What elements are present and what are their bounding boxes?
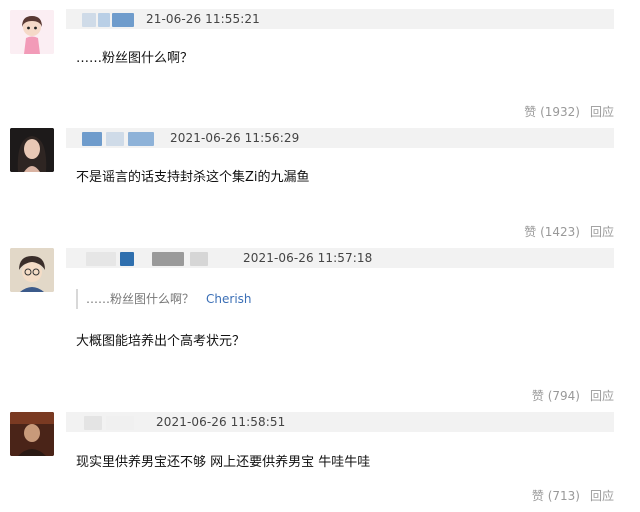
reply-button[interactable]: 回应	[590, 489, 614, 503]
blurred-username	[82, 132, 102, 146]
blurred-username	[152, 252, 184, 266]
comment-timestamp: 2021-06-26 11:56:29	[170, 131, 300, 145]
like-label: 赞	[524, 225, 537, 239]
blurred-username	[106, 416, 134, 430]
like-button[interactable]: 赞 (1932)	[524, 105, 580, 119]
like-count: (794)	[547, 389, 580, 403]
user-avatar[interactable]	[10, 412, 54, 456]
reply-button[interactable]: 回应	[590, 105, 614, 119]
like-count: (713)	[547, 489, 580, 503]
blurred-username	[112, 13, 134, 27]
blurred-username	[120, 252, 134, 266]
comment-meta-bar: 2021-06-26 11:57:18	[66, 248, 614, 268]
blurred-username	[98, 13, 110, 27]
quoted-text: ……粉丝图什么啊？	[86, 292, 195, 306]
blurred-username	[128, 132, 154, 146]
avatar-anime-boy-icon	[10, 248, 54, 292]
comment-text: ……粉丝图什么啊？	[76, 51, 194, 66]
blurred-username	[86, 252, 116, 266]
like-button[interactable]: 赞 (794)	[532, 389, 580, 403]
comment-actions: 赞 (1423) 回应	[524, 223, 614, 240]
like-button[interactable]: 赞 (1423)	[524, 225, 580, 239]
comment-text: 不是谣言的话支持封杀这个集Zi的九漏鱼	[76, 170, 310, 185]
user-avatar[interactable]	[10, 248, 54, 292]
comment-timestamp: 2021-06-26 11:57:18	[243, 251, 373, 265]
comment-meta-bar: 2021-06-26 11:56:29	[66, 128, 614, 148]
comment-text: 大概图能培养出个高考状元？	[76, 334, 246, 349]
comment-text: 现实里供养男宝还不够 网上还要供养男宝 牛哇牛哇	[76, 455, 371, 470]
comment-meta-bar: 21-06-26 11:55:21	[66, 9, 614, 29]
comment-actions: 赞 (1932) 回应	[524, 103, 614, 120]
avatar-cartoon-girl-icon	[10, 10, 54, 54]
quoted-author-link[interactable]: Cherish	[206, 292, 252, 306]
comment-actions: 赞 (794) 回应	[532, 387, 614, 404]
like-label: 赞	[524, 105, 537, 119]
blurred-username	[106, 132, 124, 146]
blurred-username	[190, 252, 208, 266]
quoted-reply: ……粉丝图什么啊？ Cherish	[76, 289, 252, 309]
reply-button[interactable]: 回应	[590, 389, 614, 403]
comment-actions: 赞 (713) 回应	[532, 487, 614, 504]
avatar-photo-man-icon	[10, 412, 54, 456]
like-button[interactable]: 赞 (713)	[532, 489, 580, 503]
reply-button[interactable]: 回应	[590, 225, 614, 239]
avatar-photo-woman-icon	[10, 128, 54, 172]
comment-timestamp: 21-06-26 11:55:21	[146, 12, 260, 26]
like-label: 赞	[531, 389, 544, 403]
comment-list: 21-06-26 11:55:21 ……粉丝图什么啊？ 赞 (1932) 回应 2…	[0, 0, 640, 512]
blurred-username	[84, 416, 102, 430]
like-label: 赞	[531, 489, 544, 503]
like-count: (1932)	[540, 105, 580, 119]
like-count: (1423)	[540, 225, 580, 239]
blurred-username	[82, 13, 96, 27]
comment-timestamp: 2021-06-26 11:58:51	[156, 415, 286, 429]
user-avatar[interactable]	[10, 128, 54, 172]
user-avatar[interactable]	[10, 10, 54, 54]
comment-meta-bar: 2021-06-26 11:58:51	[66, 412, 614, 432]
